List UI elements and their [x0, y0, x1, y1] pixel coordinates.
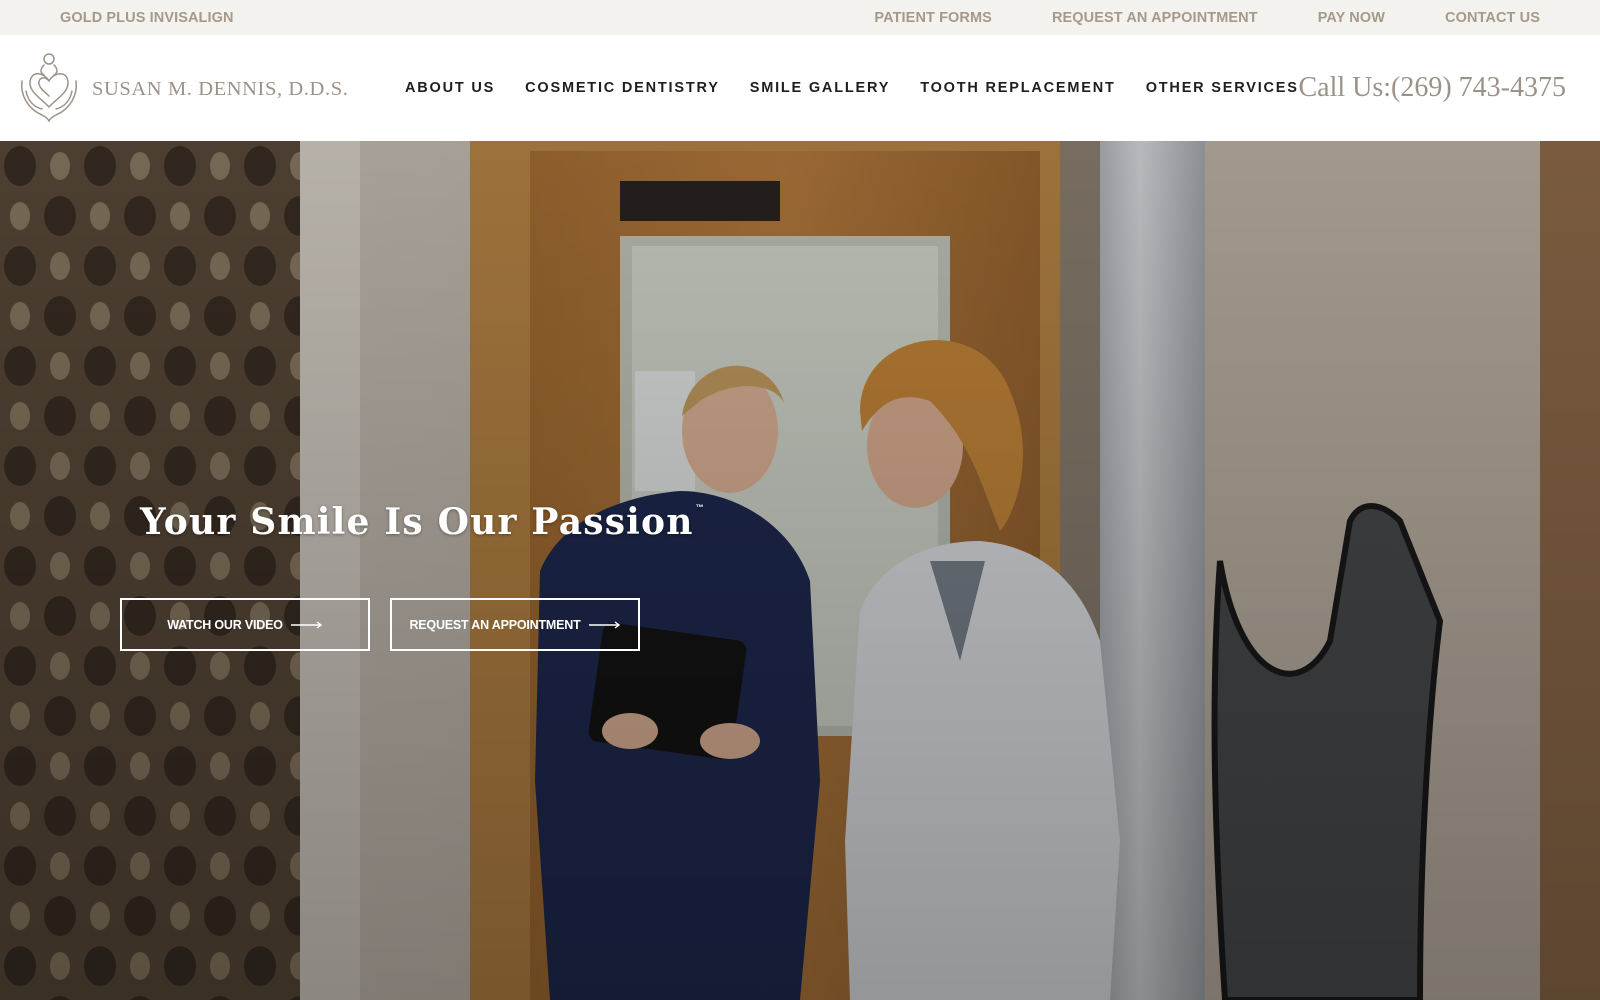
hero-background-photo [0, 141, 1600, 1000]
arrow-right-icon [290, 620, 322, 629]
watch-video-label: WATCH OUR VIDEO [167, 617, 283, 632]
logo-text: SUSAN M. DENNIS, D.D.S. [92, 77, 349, 100]
request-appointment-link[interactable]: REQUEST AN APPOINTMENT [1052, 10, 1258, 26]
watch-video-button[interactable]: WATCH OUR VIDEO [120, 598, 370, 651]
request-appointment-label: REQUEST AN APPOINTMENT [409, 617, 581, 632]
hero-title-text: Your Smile Is Our Passion [140, 501, 694, 543]
trademark-symbol: ™ [695, 503, 704, 512]
nav-other-services[interactable]: OTHER SERVICES [1146, 80, 1299, 96]
utility-bar: GOLD PLUS INVISALIGN PATIENT FORMS REQUE… [0, 0, 1600, 35]
utility-left: GOLD PLUS INVISALIGN [60, 0, 234, 35]
patient-forms-link[interactable]: PATIENT FORMS [874, 10, 992, 26]
site-logo[interactable]: SUSAN M. DENNIS, D.D.S. [18, 51, 348, 123]
pay-now-link[interactable]: PAY NOW [1318, 10, 1385, 26]
hero-buttons: WATCH OUR VIDEO REQUEST AN APPOINTMENT [120, 598, 640, 651]
hero-title: Your Smile Is Our Passion ™ [140, 501, 704, 543]
heart-hands-logo-icon [20, 53, 78, 122]
arrow-right-icon [588, 620, 620, 629]
nav-smile-gallery[interactable]: SMILE GALLERY [750, 80, 890, 96]
gold-plus-invisalign-link[interactable]: GOLD PLUS INVISALIGN [60, 10, 234, 26]
nav-cosmetic-dentistry[interactable]: COSMETIC DENTISTRY [525, 80, 720, 96]
nav-tooth-replacement[interactable]: TOOTH REPLACEMENT [920, 80, 1115, 96]
main-nav: ABOUT US COSMETIC DENTISTRY SMILE GALLER… [405, 35, 1299, 141]
utility-links: PATIENT FORMS REQUEST AN APPOINTMENT PAY… [874, 0, 1540, 35]
hero-section: Your Smile Is Our Passion ™ WATCH OUR VID… [0, 141, 1600, 1000]
contact-us-link[interactable]: CONTACT US [1445, 10, 1540, 26]
call-us-phone[interactable]: Call Us:(269) 743-4375 [1298, 35, 1566, 141]
site-header: SUSAN M. DENNIS, D.D.S. ABOUT US COSMETI… [0, 35, 1600, 141]
request-appointment-button[interactable]: REQUEST AN APPOINTMENT [390, 598, 640, 651]
nav-about-us[interactable]: ABOUT US [405, 80, 495, 96]
